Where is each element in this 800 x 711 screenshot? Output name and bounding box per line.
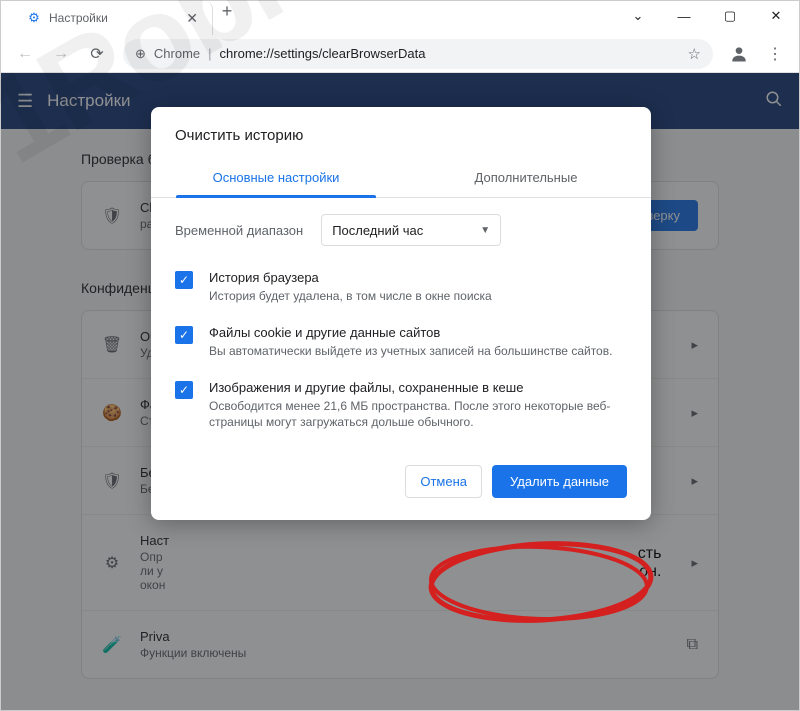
close-window-button[interactable]: ✕ [753,1,799,31]
gear-icon: ⚙ [27,11,41,25]
window-controls: ⌄ — ▢ ✕ [615,1,799,31]
cancel-button[interactable]: Отмена [405,465,482,498]
time-range-value: Последний час [332,223,423,238]
dialog-tabs: Основные настройки Дополнительные [151,158,651,198]
dialog-body: Временной диапазон Последний час ▼ ✓ Ист… [151,198,651,445]
dialog-title: Очистить историю [151,107,651,158]
dialog-actions: Отмена Удалить данные [151,445,651,520]
close-tab-icon[interactable]: ✕ [182,10,202,27]
tab-basic[interactable]: Основные настройки [151,158,401,197]
titlebar: ⚙ Настройки ✕ + ⌄ — ▢ ✕ [1,1,799,35]
site-info-icon[interactable]: ⊕ [135,46,146,62]
kebab-menu-icon[interactable]: ⋮ [759,38,791,70]
url-path: chrome://settings/clearBrowserData [220,46,426,61]
tab-title: Настройки [49,11,174,25]
address-bar[interactable]: ⊕ Chrome | chrome://settings/clearBrowse… [123,39,713,69]
clear-browsing-data-dialog: Очистить историю Основные настройки Допо… [151,107,651,520]
reload-button[interactable]: ⟳ [81,38,113,70]
browser-window: ⚙ Настройки ✕ + ⌄ — ▢ ✕ ← → ⟳ ⊕ Chrome |… [0,0,800,711]
time-range-row: Временной диапазон Последний час ▼ [175,214,627,246]
url-scheme: Chrome [154,46,200,61]
forward-button[interactable]: → [45,38,77,70]
browser-tab[interactable]: ⚙ Настройки ✕ [13,1,213,35]
history-checkbox-row: ✓ История браузера История будет удалена… [175,260,627,315]
history-checkbox[interactable]: ✓ [175,271,193,289]
chevron-down-icon: ▼ [480,225,490,236]
new-tab-button[interactable]: + [213,1,241,22]
cache-checkbox[interactable]: ✓ [175,381,193,399]
back-button[interactable]: ← [9,38,41,70]
minimize-button[interactable]: — [661,1,707,31]
clear-data-button[interactable]: Удалить данные [492,465,627,498]
tab-advanced[interactable]: Дополнительные [401,158,651,197]
bookmark-star-icon[interactable]: ☆ [688,45,701,63]
time-range-select[interactable]: Последний час ▼ [321,214,501,246]
cache-checkbox-row: ✓ Изображения и другие файлы, сохраненны… [175,370,627,442]
maximize-button[interactable]: ▢ [707,1,753,31]
time-range-label: Временной диапазон [175,223,303,238]
toolbar: ← → ⟳ ⊕ Chrome | chrome://settings/clear… [1,35,799,73]
cookies-checkbox[interactable]: ✓ [175,326,193,344]
dropdown-button[interactable]: ⌄ [615,1,661,31]
profile-button[interactable] [723,38,755,70]
cookies-checkbox-row: ✓ Файлы cookie и другие данные сайтов Вы… [175,315,627,370]
